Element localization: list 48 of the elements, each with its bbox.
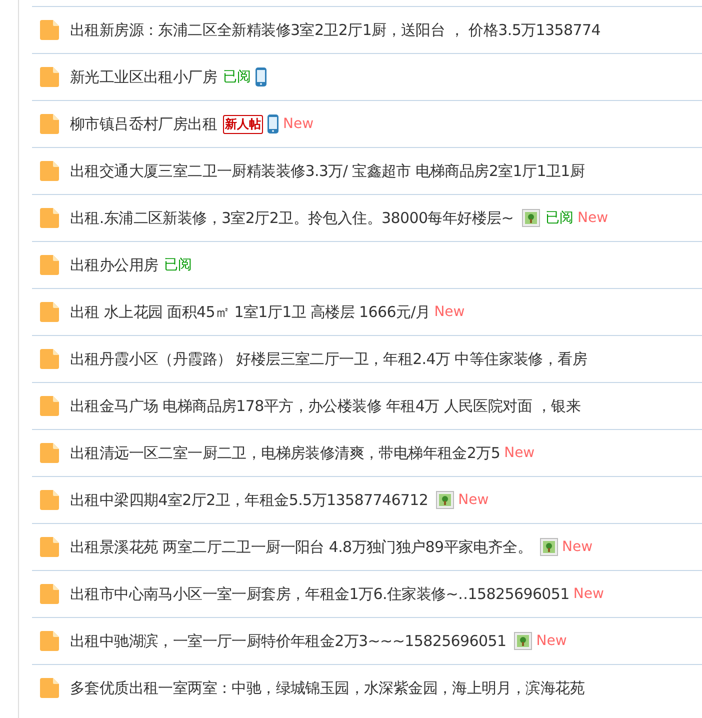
folder-icon xyxy=(38,301,60,323)
folder-icon xyxy=(38,583,60,605)
folder-icon xyxy=(38,348,60,370)
phone-icon xyxy=(267,114,280,134)
thread-title-link[interactable]: 出租 水上花园 面积45㎡ 1室1厅1卫 高楼层 1666元/月 xyxy=(70,302,430,322)
folder-icon xyxy=(38,677,60,699)
folder-icon xyxy=(38,207,60,229)
image-icon xyxy=(522,209,540,227)
folder-icon xyxy=(38,442,60,464)
thread-title-link[interactable]: 出租丹霞小区（丹霞路） 好楼层三室二厅一卫，年租2.4万 中等住家装修，看房 xyxy=(70,350,587,368)
thread-title-link[interactable]: 出租中驰湖滨，一室一厅一厨特价年租金2万3~~~15825696051 xyxy=(70,632,506,650)
image-icon xyxy=(540,538,558,556)
new-label: New xyxy=(283,116,314,132)
new-label: New xyxy=(578,210,608,226)
folder-icon xyxy=(38,113,60,135)
new-label: New xyxy=(504,445,535,461)
thread-title-link[interactable]: 出租金马广场 电梯商品房178平方，办公楼装修 年租4万 人民医院对面 ，银来 xyxy=(70,396,581,416)
image-icon xyxy=(436,491,454,509)
thread-title-link[interactable]: 新光工业区出租小厂房 xyxy=(70,68,218,86)
read-label: 已阅 xyxy=(546,209,574,227)
folder-icon xyxy=(38,630,60,652)
thread-title-link[interactable]: 出租清远一区二室一厨二卫，电梯房装修清爽，带电梯年租金2万5 xyxy=(70,444,500,462)
thread-title-link[interactable]: 出租.东浦二区新装修，3室2厅2卫。拎包入住。38000每年好楼层~ xyxy=(70,208,514,228)
phone-icon xyxy=(255,67,268,87)
thread-title-link[interactable]: 出租市中心南马小区一室一厨套房，年租金1万6.住家装修~‥15825696051 xyxy=(70,584,570,604)
read-label: 已阅 xyxy=(223,68,252,86)
folder-icon xyxy=(38,19,60,41)
thread-title-link[interactable]: 出租交通大厦三室二卫一厨精装装修3.3万/ 宝鑫超市 电梯商品房2室1厅1卫1厨 xyxy=(70,162,585,180)
thread-title-link[interactable]: 出租新房源：东浦二区全新精装修3室2卫2厅1厨，送阳台 ， 价格3.5万1358774 xyxy=(70,20,600,40)
read-label: 已阅 xyxy=(164,256,192,274)
new-label: New xyxy=(562,539,593,555)
thread-title-link[interactable]: 出租中梁四期4室2厅2卫，年租金5.5万13587746712 xyxy=(70,490,428,510)
thread-title-link[interactable]: 出租景溪花苑 两室二厅二卫一厨一阳台 4.8万独门独户89平家电齐全。 xyxy=(70,538,532,556)
image-icon xyxy=(514,632,532,650)
thread-title-link[interactable]: 柳市镇吕岙村厂房出租 xyxy=(70,114,218,134)
folder-icon xyxy=(38,489,60,511)
folder-icon xyxy=(38,66,60,88)
new-label: New xyxy=(536,633,567,649)
folder-icon xyxy=(38,395,60,417)
new-user-badge: 新人帖 xyxy=(223,114,264,134)
new-label: New xyxy=(434,304,465,320)
new-label: New xyxy=(458,492,489,508)
folder-icon xyxy=(38,254,60,276)
folder-icon xyxy=(38,536,60,558)
thread-title-link[interactable]: 多套优质出租一室两室：中驰，绿城锦玉园，水深紫金园，海上明月，滨海花苑 xyxy=(70,678,585,698)
thread-title-link[interactable]: 出租办公用房 xyxy=(70,256,158,274)
new-label: New xyxy=(573,586,604,602)
folder-icon xyxy=(38,160,60,182)
